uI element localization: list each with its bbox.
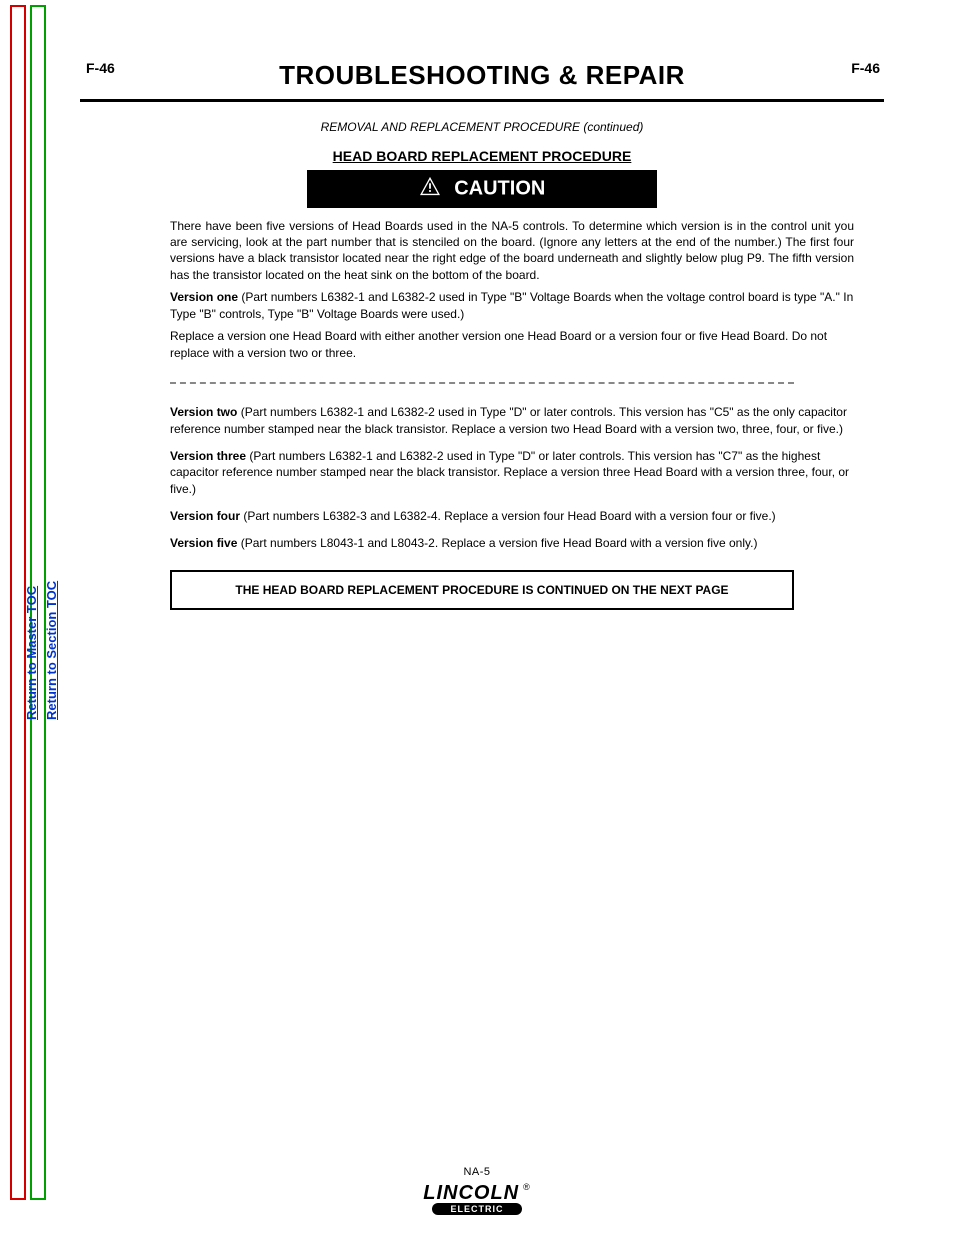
logo-plate: ELECTRIC (432, 1203, 522, 1215)
logo-registered: ® (523, 1182, 531, 1192)
section-heading: HEAD BOARD REPLACEMENT PROCEDURE (80, 148, 884, 164)
return-section-toc-link[interactable]: Return to Section TOC (44, 581, 59, 720)
intro-paragraph: There have been five versions of Head Bo… (170, 218, 854, 283)
logo-brand: LINCOLN (423, 1182, 519, 1204)
page-footer: NA-5 LINCOLN ® ELECTRIC (0, 1166, 954, 1217)
label-v2: Version two (170, 405, 237, 419)
return-master-toc-link[interactable]: Return to Master TOC (24, 586, 39, 720)
page-subtitle: REMOVAL AND REPLACEMENT PROCEDURE (conti… (80, 120, 884, 134)
para-v2: (Part numbers L6382-1 and L6382-2 used i… (170, 405, 847, 436)
dashed-divider (170, 382, 794, 384)
para-v4: (Part numbers L6382-3 and L6382-4. Repla… (243, 509, 775, 523)
label-v4: Version four (170, 509, 240, 523)
para-v5: (Part numbers L8043-1 and L8043-2. Repla… (241, 536, 758, 550)
para-v1: (Part numbers L6382-1 and L6382-2 used i… (170, 290, 853, 321)
label-v5: Version five (170, 536, 237, 550)
label-v3: Version three (170, 449, 246, 463)
caution-label: CAUTION (454, 178, 545, 200)
label-v1: Version one (170, 290, 238, 304)
para-v1-replace: Replace a version one Head Board with ei… (170, 328, 854, 362)
continuation-notice-box: THE HEAD BOARD REPLACEMENT PROCEDURE IS … (170, 570, 794, 611)
lincoln-electric-logo: LINCOLN ® ELECTRIC (423, 1182, 531, 1215)
warning-triangle-icon (419, 176, 441, 202)
header-rule (80, 99, 884, 102)
caution-banner: CAUTION (307, 170, 657, 208)
footer-model: NA-5 (0, 1166, 954, 1178)
para-v3: (Part numbers L6382-1 and L6382-2 used i… (170, 449, 849, 497)
page-title: TROUBLESHOOTING & REPAIR (80, 60, 884, 91)
